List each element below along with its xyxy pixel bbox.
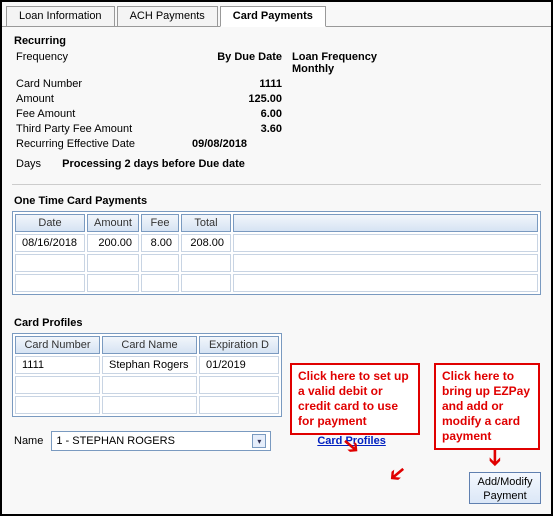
tab-loan-information[interactable]: Loan Information: [6, 6, 115, 27]
add-modify-label: Add/Modify Payment: [477, 476, 532, 502]
table-row[interactable]: [15, 396, 279, 414]
callout-add-modify: Click here to bring up EZPay and add or …: [434, 363, 540, 450]
cell-expiration: 01/2019: [199, 356, 279, 374]
frequency-label: Frequency: [12, 51, 162, 63]
name-dropdown[interactable]: 1 - STEPHAN ROGERS ▾: [51, 431, 271, 451]
amount-label: Amount: [12, 93, 162, 105]
cell-card-name: Stephan Rogers: [102, 356, 197, 374]
chevron-down-icon: ▾: [252, 434, 266, 448]
card-number-value: 1111: [162, 78, 292, 90]
third-party-fee-label: Third Party Fee Amount: [12, 123, 162, 135]
one-time-table: Date Amount Fee Total 08/16/2018 200.00 …: [12, 211, 541, 295]
col-fee[interactable]: Fee: [141, 214, 179, 232]
col-total[interactable]: Total: [181, 214, 231, 232]
arrow-icon: ➔: [482, 449, 508, 467]
fee-label: Fee Amount: [12, 108, 162, 120]
cell-amount: 200.00: [87, 234, 139, 252]
effective-date-label: Recurring Effective Date: [12, 138, 162, 150]
col-expiration[interactable]: Expiration D: [199, 336, 279, 354]
loan-frequency-label: Loan Frequency: [292, 51, 541, 63]
table-row[interactable]: 1111 Stephan Rogers 01/2019: [15, 356, 279, 374]
card-profiles-table: Card Number Card Name Expiration D 1111 …: [12, 333, 282, 417]
frequency-value: By Due Date: [162, 51, 292, 63]
add-modify-payment-button[interactable]: Add/Modify Payment: [469, 472, 541, 504]
loan-frequency-value: Monthly: [292, 63, 541, 75]
table-row[interactable]: 08/16/2018 200.00 8.00 208.00: [15, 234, 538, 252]
table-row[interactable]: [15, 376, 279, 394]
col-date[interactable]: Date: [15, 214, 85, 232]
cell-card-number: 1111: [15, 356, 100, 374]
tab-body-card-payments: Recurring Frequency By Due Date Loan Fre…: [2, 26, 551, 514]
recurring-title: Recurring: [14, 35, 541, 47]
card-profiles-title: Card Profiles: [14, 317, 541, 329]
table-row[interactable]: [15, 254, 538, 272]
col-amount[interactable]: Amount: [87, 214, 139, 232]
days-label: Days: [16, 158, 41, 170]
name-value: 1 - STEPHAN ROGERS: [56, 435, 252, 447]
third-party-fee-value: 3.60: [162, 123, 292, 135]
col-card-number[interactable]: Card Number: [15, 336, 100, 354]
name-label: Name: [12, 435, 43, 447]
effective-date-value: 09/08/2018: [162, 138, 292, 150]
cell-date: 08/16/2018: [15, 234, 85, 252]
fee-value: 6.00: [162, 108, 292, 120]
col-card-name[interactable]: Card Name: [102, 336, 197, 354]
recurring-grid: Frequency By Due Date Loan Frequency Mon…: [12, 51, 541, 150]
divider: [12, 184, 541, 185]
cell-total: 208.00: [181, 234, 231, 252]
cell-fee: 8.00: [141, 234, 179, 252]
callout-card-profiles: Click here to set up a valid debit or cr…: [290, 363, 420, 435]
arrow-icon: ➔: [382, 458, 413, 490]
col-spacer: [233, 214, 538, 232]
days-value: Processing 2 days before Due date: [62, 158, 245, 170]
card-number-label: Card Number: [12, 78, 162, 90]
tab-ach-payments[interactable]: ACH Payments: [117, 6, 218, 27]
tab-bar: Loan Information ACH Payments Card Payme…: [2, 2, 551, 26]
one-time-title: One Time Card Payments: [14, 195, 541, 207]
tab-card-payments[interactable]: Card Payments: [220, 6, 326, 27]
amount-value: 125.00: [162, 93, 292, 105]
table-row[interactable]: [15, 274, 538, 292]
